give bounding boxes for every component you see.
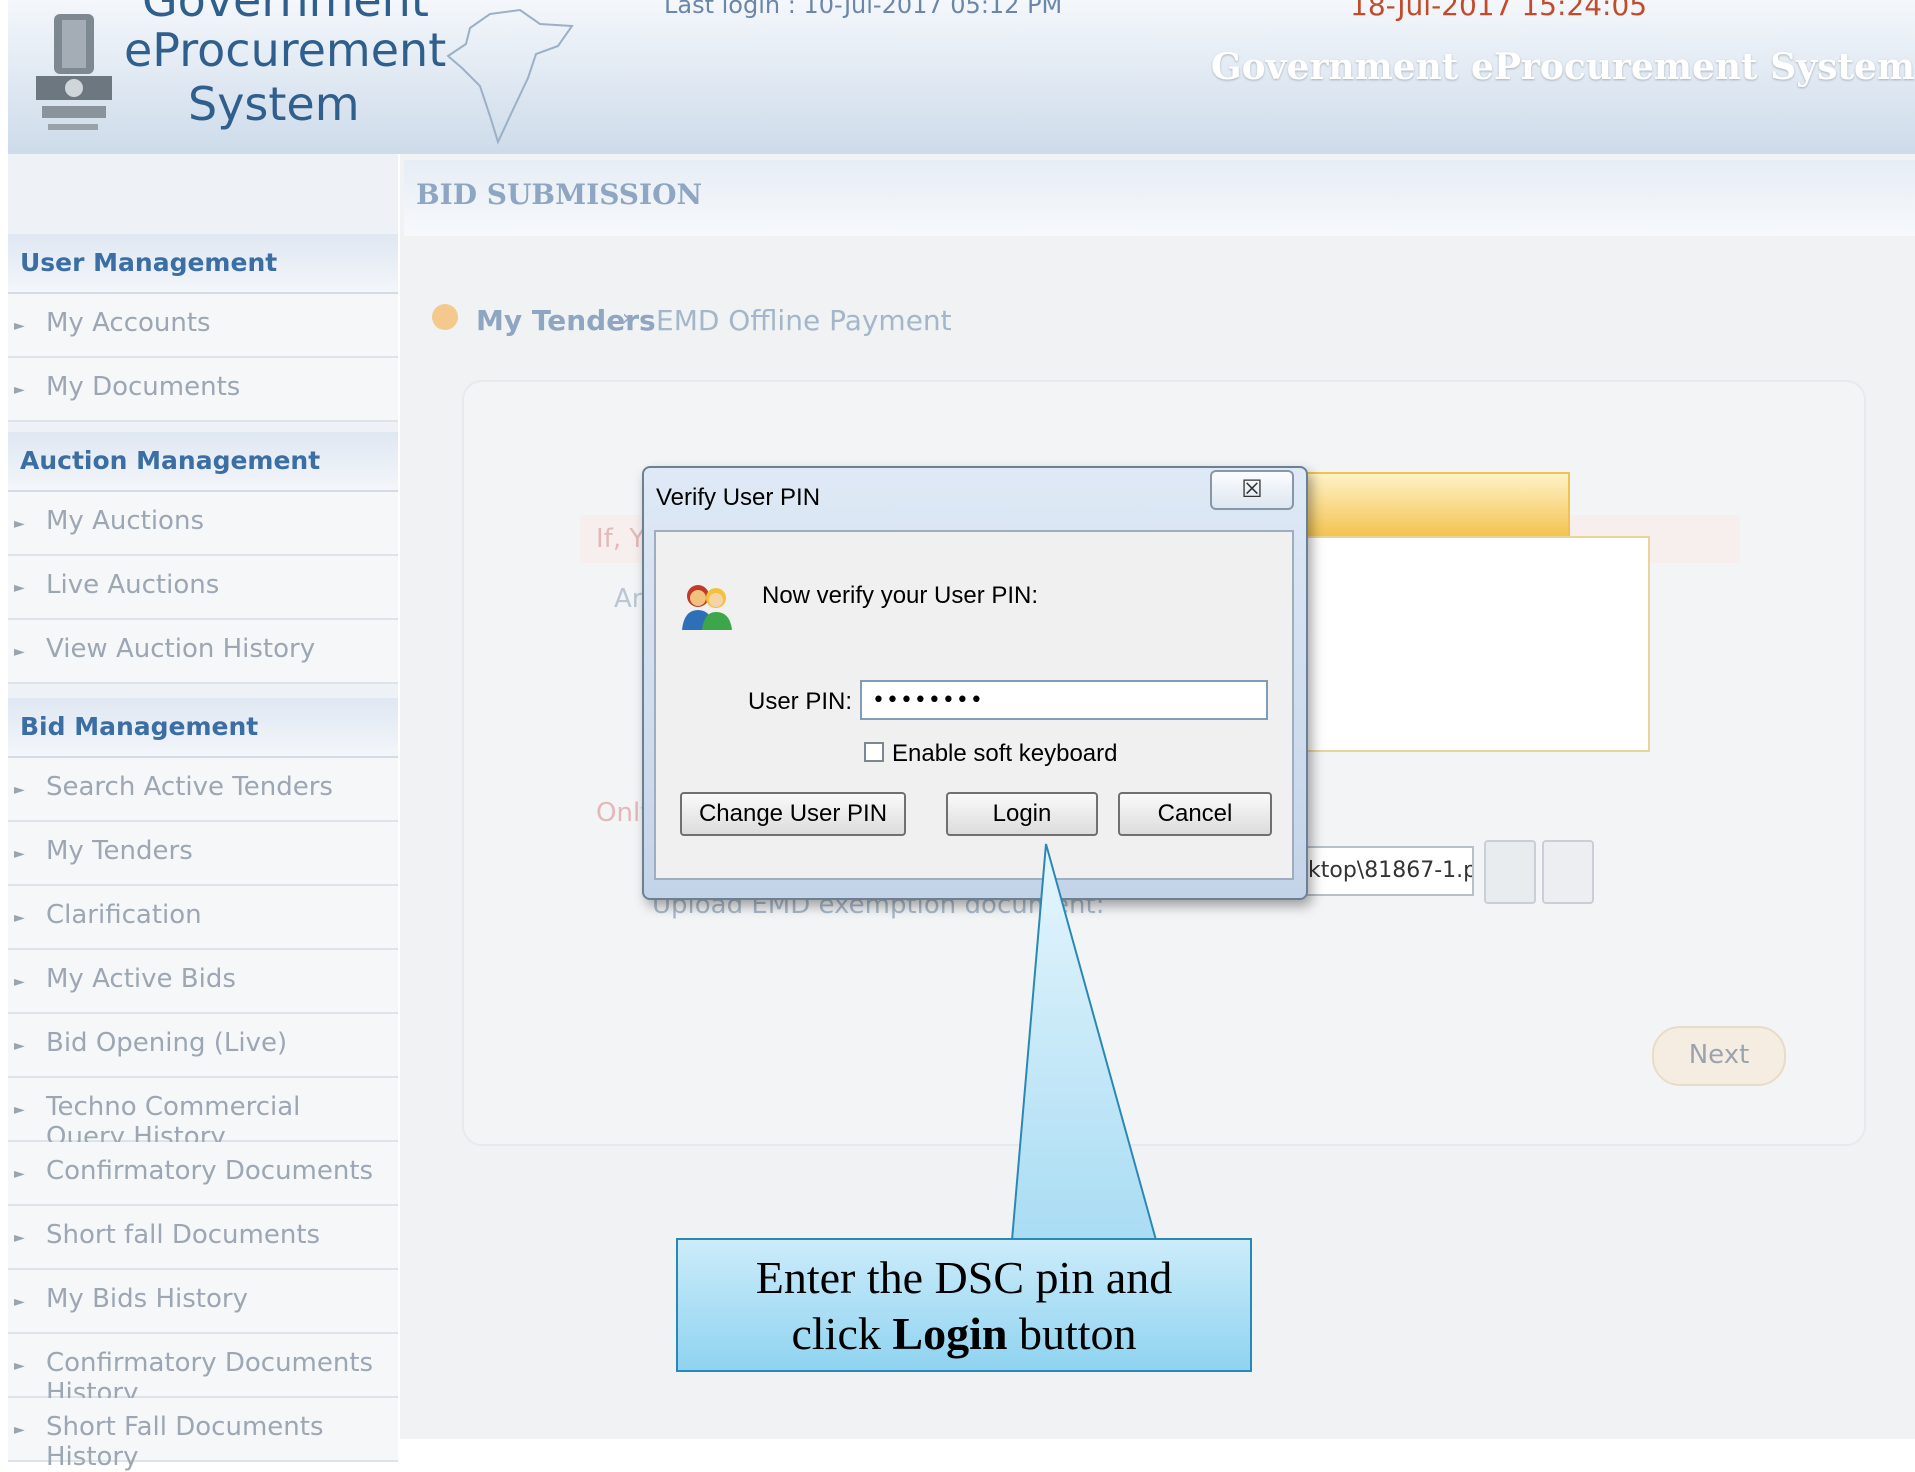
- current-datetime: 18-Jul-2017 15:24:05: [1350, 0, 1648, 22]
- next-button[interactable]: Next: [1652, 1026, 1786, 1086]
- sidebar-item-my-documents[interactable]: ► My Documents: [8, 358, 398, 422]
- instruction-callout-text: Enter the DSC pin and click Login button: [676, 1250, 1252, 1362]
- site-title-line2: eProcurement: [124, 23, 447, 77]
- breadcrumb-current: EMD Offline Payment: [656, 304, 952, 337]
- india-map-icon: [446, 8, 574, 145]
- callout-line2-suffix: button: [1007, 1308, 1137, 1359]
- file-path-field[interactable]: ktop\81867-1.pdf: [1298, 846, 1474, 896]
- sidebar-item-my-auctions[interactable]: ► My Auctions: [8, 492, 398, 556]
- emd-detail-box: [1300, 536, 1650, 752]
- callout-line1: Enter the DSC pin and: [755, 1252, 1173, 1303]
- sidebar-item-confirmatory-documents[interactable]: ► Confirmatory Documents: [8, 1142, 398, 1206]
- user-pin-label: User PIN:: [748, 688, 853, 715]
- login-button[interactable]: Login: [946, 792, 1098, 836]
- sidebar-item-my-accounts[interactable]: ► My Accounts: [8, 294, 398, 358]
- national-emblem-icon: [36, 14, 112, 130]
- site-title-line3: System: [188, 77, 360, 131]
- amount-label: Ar: [614, 584, 643, 614]
- sidebar-item-bid-opening-live[interactable]: ► Bid Opening (Live): [8, 1014, 398, 1078]
- page-title: BID SUBMISSION: [416, 178, 703, 211]
- sidebar-item-my-bids-history[interactable]: ► My Bids History: [8, 1270, 398, 1334]
- sidebar-item-techno-commercial-query-history[interactable]: ► Techno Commercial Query History: [8, 1078, 398, 1152]
- sidebar-item-my-tenders[interactable]: ► My Tenders: [8, 822, 398, 886]
- cancel-button[interactable]: Cancel: [1118, 792, 1272, 836]
- change-user-pin-button[interactable]: Change User PIN: [680, 792, 906, 836]
- sidebar-item-live-auctions[interactable]: ► Live Auctions: [8, 556, 398, 620]
- users-icon: [682, 585, 732, 630]
- sidebar-item-my-active-bids[interactable]: ► My Active Bids: [8, 950, 398, 1014]
- soft-keyboard-checkbox[interactable]: [864, 742, 884, 762]
- breadcrumb-icon: [432, 304, 458, 330]
- sidebar-section-bid-management: Bid Management: [8, 698, 398, 758]
- sidebar-item-clarification[interactable]: ► Clarification: [8, 886, 398, 950]
- sidebar-item-short-fall-documents[interactable]: ► Short fall Documents: [8, 1206, 398, 1270]
- attach-file-button[interactable]: [1484, 840, 1536, 904]
- system-title: Government eProcurement System: [1210, 46, 1915, 88]
- callout-line2: click Login button: [676, 1306, 1252, 1362]
- emd-header-box: [1300, 472, 1570, 542]
- breadcrumb-separator-icon: ›: [622, 306, 631, 331]
- user-pin-input[interactable]: [860, 680, 1268, 720]
- soft-keyboard-label: Enable soft keyboard: [892, 740, 1118, 767]
- last-login-text: Last login : 10-Jul-2017 05:12 PM: [664, 0, 1063, 19]
- sidebar-item-short-fall-documents-history[interactable]: ► Short Fall Documents History: [8, 1398, 398, 1472]
- delete-file-button[interactable]: [1542, 840, 1594, 904]
- close-icon[interactable]: ☒: [1210, 470, 1294, 510]
- dialog-prompt: Now verify your User PIN:: [762, 582, 1039, 609]
- sidebar-item-confirmatory-documents-history[interactable]: ► Confirmatory Documents History: [8, 1334, 398, 1408]
- sidebar-section-user-management: User Management: [8, 234, 398, 294]
- sidebar: User Management ► My Accounts ► My Documen…: [8, 154, 398, 1472]
- sidebar-item-view-auction-history[interactable]: ► View Auction History: [8, 620, 398, 684]
- notice-text: If, Y: [596, 524, 646, 554]
- dialog-title: Verify User PIN: [656, 484, 821, 511]
- sidebar-section-auction-management: Auction Management: [8, 432, 398, 492]
- sidebar-item-search-active-tenders[interactable]: ► Search Active Tenders: [8, 758, 398, 822]
- callout-login-emphasis: Login: [892, 1308, 1008, 1359]
- callout-line2-prefix: click: [791, 1308, 893, 1359]
